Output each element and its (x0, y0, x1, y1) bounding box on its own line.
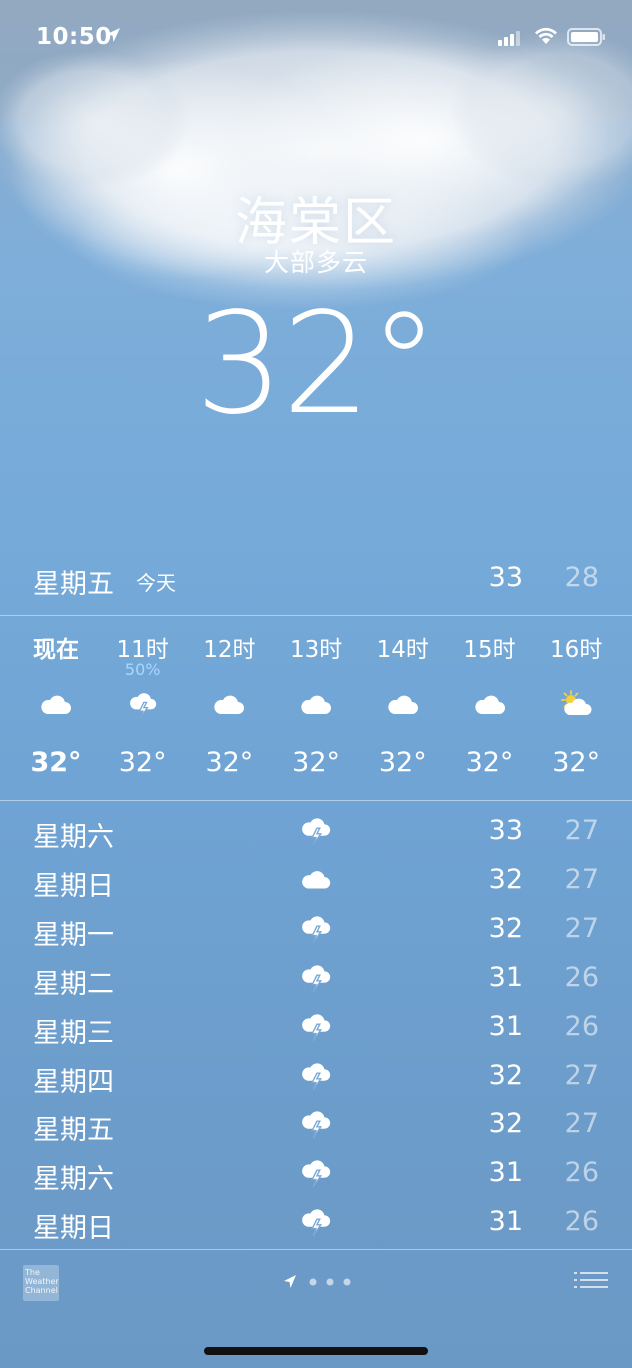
high-temperature: 32 (488, 1108, 523, 1140)
cloud-icon (385, 690, 421, 720)
status-bar: 10:50 (0, 0, 632, 80)
high-temperature: 31 (488, 1206, 523, 1238)
thunderstorm-icon (299, 1059, 333, 1093)
page-dot (309, 1278, 317, 1286)
high-temperature: 32 (488, 912, 523, 944)
daily-row: 星期六 33 27 (0, 808, 632, 857)
low-temperature: 27 (564, 1059, 599, 1091)
cloud-icon (472, 690, 508, 720)
hour-label: 12时 (203, 637, 256, 663)
hour-temperature: 32° (552, 747, 601, 778)
city-list-icon[interactable] (574, 1270, 608, 1294)
status-time: 10:50 (36, 24, 112, 50)
high-temperature: 31 (488, 1010, 523, 1042)
thunderstorm-icon (299, 961, 333, 995)
hour-temperature: 32° (118, 747, 167, 778)
home-indicator[interactable] (204, 1347, 428, 1355)
high-temperature: 31 (488, 1157, 523, 1189)
daily-row: 星期日 31 26 (0, 1199, 632, 1248)
today-weekday: 星期五 (33, 569, 114, 600)
daily-row: 星期六 31 26 (0, 1150, 632, 1199)
daily-row: 星期五 32 27 (0, 1101, 632, 1150)
thunderstorm-icon (299, 912, 333, 946)
daily-row: 星期四 32 27 (0, 1053, 632, 1102)
low-temperature: 27 (564, 815, 599, 846)
weather-channel-logo[interactable]: The Weather Channel (23, 1265, 59, 1301)
battery-icon (567, 28, 605, 46)
current-temperature: 32° (194, 283, 439, 446)
hour-temperature: 32° (30, 747, 82, 778)
cloud-icon (299, 863, 333, 897)
cloud-icon (298, 690, 334, 720)
cellular-signal-icon (498, 31, 520, 46)
thunderstorm-icon (299, 1107, 333, 1141)
hour-label: 13时 (289, 637, 343, 663)
high-temperature: 32 (488, 1059, 523, 1091)
daily-row: 星期二 31 26 (0, 955, 632, 1004)
low-temperature: 26 (564, 1157, 599, 1189)
weekday-label: 星期六 (33, 1164, 114, 1196)
hour-label: 14时 (376, 637, 429, 663)
thunderstorm-icon (299, 1205, 333, 1239)
thunderstorm-icon (299, 1010, 333, 1044)
low-temperature: 27 (564, 912, 599, 944)
wifi-icon (535, 27, 557, 44)
weekday-label: 星期六 (33, 822, 114, 853)
hour-temperature: 32° (292, 747, 341, 778)
page-dot (343, 1278, 351, 1286)
low-temperature: 26 (564, 961, 599, 993)
weekday-label: 星期日 (33, 1213, 114, 1245)
hour-label: 现在 (33, 637, 79, 663)
today-summary-row: 星期五 今天 33 28 (0, 554, 632, 602)
hour-temperature: 32° (205, 747, 254, 778)
weekday-label: 星期五 (33, 1115, 114, 1147)
high-temperature: 32 (488, 863, 523, 895)
thunderstorm-icon (299, 1156, 333, 1190)
location-arrow-icon (284, 1275, 296, 1288)
hour-label: 11时 (116, 637, 169, 663)
hour-temperature: 32° (465, 747, 514, 778)
daily-row: 星期三 31 26 (0, 1004, 632, 1053)
thunderstorm-icon (125, 690, 161, 720)
low-temperature: 27 (564, 1108, 599, 1140)
weekday-label: 星期三 (33, 1017, 114, 1049)
low-temperature: 27 (564, 863, 599, 895)
today-label: 今天 (136, 571, 176, 595)
thunderstorm-icon (299, 814, 333, 848)
location-arrow-icon (106, 28, 120, 42)
today-high: 33 (488, 562, 523, 593)
weekday-label: 星期日 (33, 870, 114, 902)
hourly-forecast[interactable]: 现在 32° 11时 50% 32° 12时 32° 13时 32° 14时 32° 15时 32° 16… (0, 616, 632, 800)
partly-sunny-icon (558, 690, 594, 720)
cloud-icon (38, 690, 74, 720)
page-dot (326, 1278, 334, 1286)
daily-row: 星期日 32 27 (0, 857, 632, 906)
high-temperature: 33 (488, 815, 523, 846)
precipitation-chance: 50% (124, 660, 161, 679)
high-temperature: 31 (488, 961, 523, 993)
hour-label: 15时 (463, 637, 516, 663)
page-indicator[interactable] (282, 1272, 362, 1292)
hour-temperature: 32° (378, 747, 427, 778)
weekday-label: 星期一 (33, 919, 114, 951)
cloud-icon (211, 690, 247, 720)
hour-label: 16时 (550, 637, 603, 663)
today-low: 28 (564, 562, 599, 593)
weather-condition: 大部多云 (263, 248, 368, 277)
divider (0, 800, 632, 801)
weekday-label: 星期四 (33, 1066, 114, 1098)
low-temperature: 26 (564, 1206, 599, 1238)
daily-row: 星期一 32 27 (0, 906, 632, 955)
low-temperature: 26 (564, 1010, 599, 1042)
weekday-label: 星期二 (33, 968, 114, 1000)
